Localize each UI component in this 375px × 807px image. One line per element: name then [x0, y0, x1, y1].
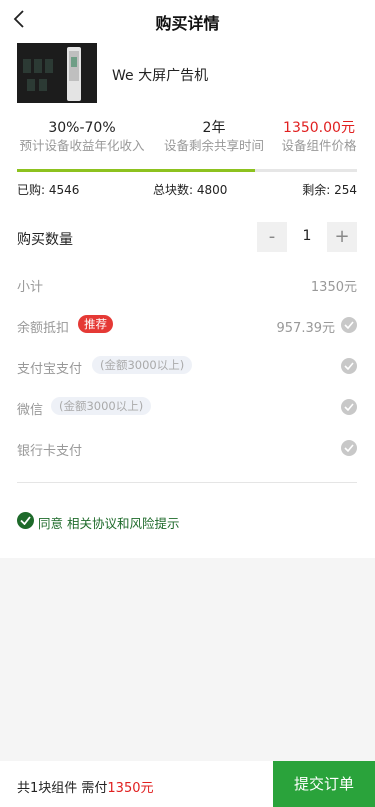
sales-progress-bar: [17, 169, 357, 172]
wechat-row[interactable]: 微信 (金额3000以上): [17, 397, 357, 419]
total-count: 总块数: 4800: [153, 183, 228, 197]
stat-value: 2年: [202, 120, 226, 136]
check-circle-icon[interactable]: [341, 440, 357, 456]
stats-row: 30%-70% 预计设备收益年化收入 2年 设备剩余共享时间 1350.00元 …: [12, 119, 363, 159]
recommend-badge: 推荐: [78, 315, 113, 333]
divider: [17, 482, 357, 483]
stat-label: 设备剩余共享时间: [163, 138, 264, 153]
alipay-amount-chip: (金额3000以上): [92, 356, 193, 374]
stat-label: 预计设备收益年化收入: [19, 138, 145, 153]
wechat-amount-chip: (金额3000以上): [51, 397, 152, 415]
check-circle-icon: [17, 512, 34, 529]
stat-component-price: 1350.00元 设备组件价格: [274, 119, 364, 155]
remaining-count: 剩余: 254: [302, 183, 357, 197]
product-card: We 大屏广告机: [17, 43, 362, 103]
progress-fill: [17, 169, 255, 172]
subtotal-label: 小计: [17, 280, 44, 295]
alipay-row[interactable]: 支付宝支付 (金额3000以上): [17, 356, 357, 378]
stat-remaining-time: 2年 设备剩余共享时间: [149, 119, 279, 155]
check-circle-icon[interactable]: [341, 317, 357, 333]
product-image: [17, 43, 97, 103]
product-name: We 大屏广告机: [112, 68, 209, 84]
agreement-link[interactable]: 同意 相关协议和风险提示: [38, 513, 179, 532]
stat-annual-income: 30%-70% 预计设备收益年化收入: [17, 119, 147, 155]
footer-bar: 共1块组件 需付1350元 提交订单: [0, 761, 375, 807]
stat-value: 1350.00元: [283, 120, 355, 136]
counts-row: 已购: 4546 总块数: 4800 剩余: 254: [17, 181, 357, 199]
header: 购买详情: [0, 0, 375, 42]
quantity-value: 1: [302, 228, 312, 244]
decrease-button[interactable]: -: [257, 222, 287, 252]
bought-count: 已购: 4546: [17, 183, 80, 197]
stat-value: 30%-70%: [48, 120, 116, 136]
quantity-label: 购买数量: [17, 232, 73, 248]
quantity-row: 购买数量 - 1 +: [17, 222, 357, 254]
wechat-label: 微信: [17, 403, 44, 418]
bankcard-label: 银行卡支付: [17, 444, 83, 459]
submit-order-button[interactable]: 提交订单: [273, 761, 375, 807]
bankcard-row[interactable]: 银行卡支付: [17, 438, 357, 460]
summary-prefix: 共1块组件 需付: [17, 781, 108, 796]
stat-label: 设备组件价格: [281, 138, 357, 153]
increase-button[interactable]: +: [327, 222, 357, 252]
check-circle-icon[interactable]: [341, 399, 357, 415]
page-title: 购买详情: [155, 14, 220, 33]
order-summary: 共1块组件 需付1350元: [17, 777, 154, 796]
balance-label: 余额抵扣: [17, 321, 70, 336]
subtotal-value: 1350元: [310, 280, 357, 295]
balance-deduction-row[interactable]: 余额抵扣 推荐 957.39元: [17, 315, 357, 337]
subtotal-row: 小计 1350元: [17, 274, 357, 296]
quantity-stepper: - 1 +: [257, 222, 357, 254]
check-circle-icon[interactable]: [341, 358, 357, 374]
page: 购买详情 We 大屏广告机 30%-70% 预计设备收益年化收入 2年 设备剩余…: [0, 0, 375, 807]
balance-value: 957.39元: [276, 321, 336, 336]
summary-price: 1350元: [107, 781, 154, 796]
alipay-label: 支付宝支付: [17, 362, 83, 377]
